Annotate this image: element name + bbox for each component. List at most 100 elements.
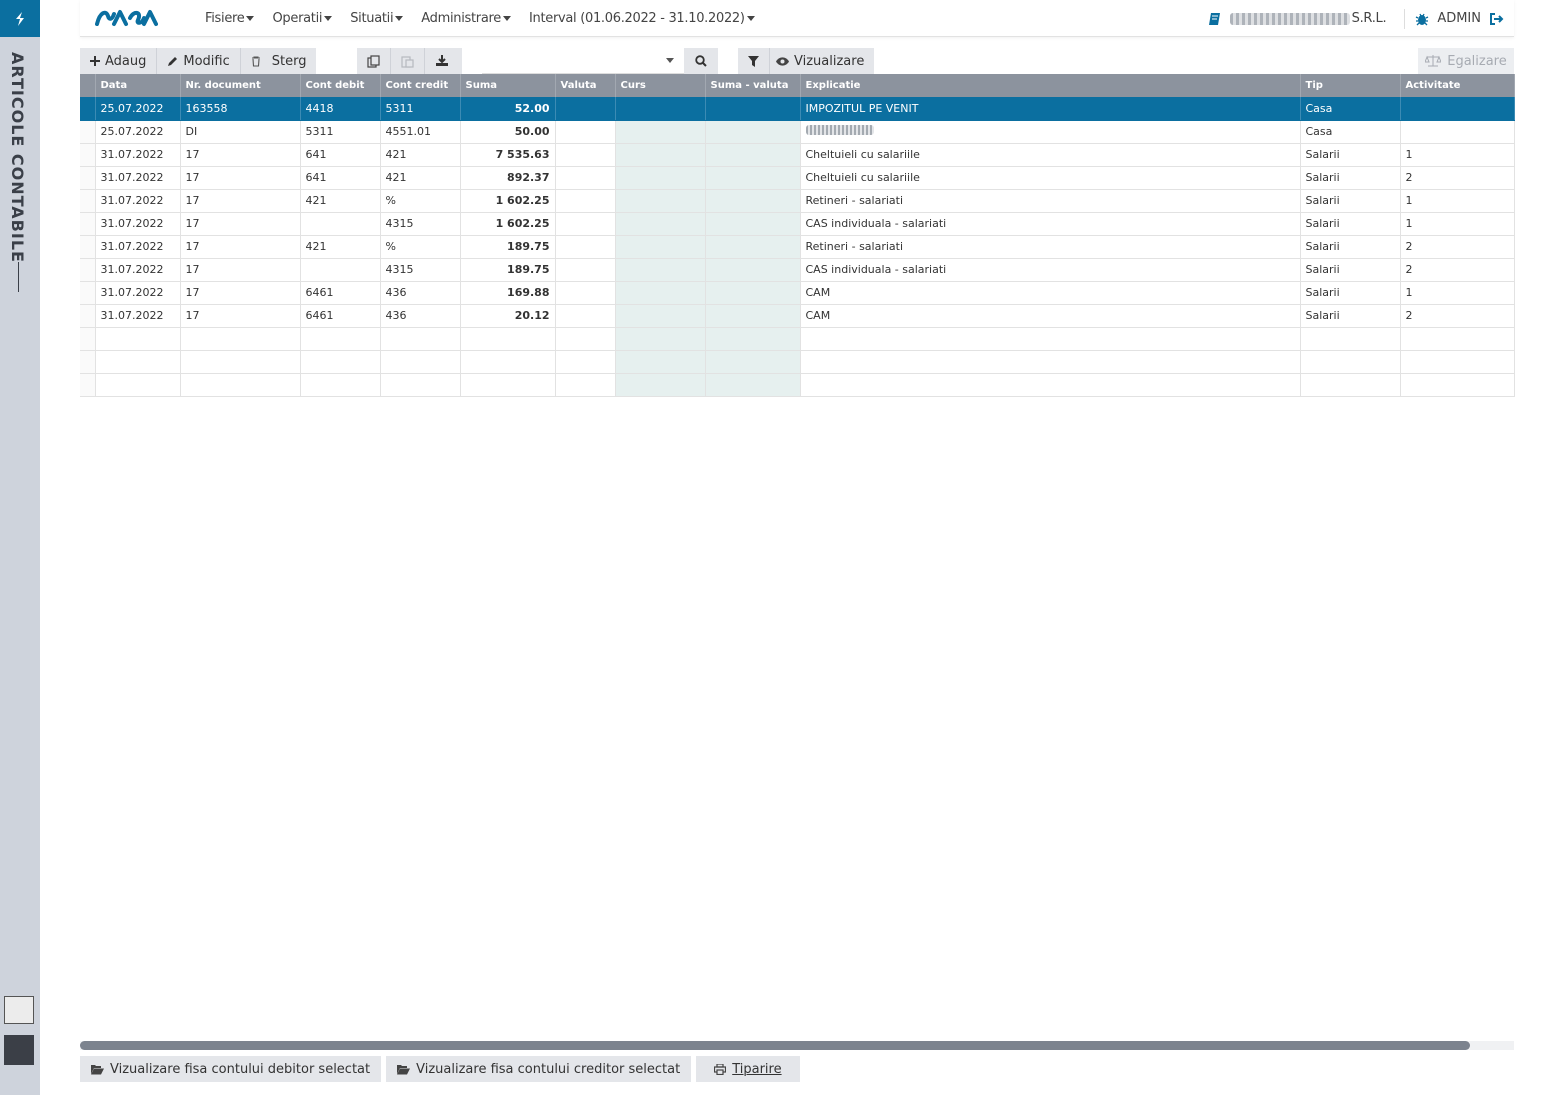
- col-header-doc[interactable]: Nr. document: [180, 74, 301, 97]
- cell-data[interactable]: 31.07.2022: [95, 212, 181, 236]
- filter-select[interactable]: [482, 48, 684, 74]
- cell-curs[interactable]: [615, 189, 706, 213]
- cell-debit[interactable]: [300, 258, 381, 282]
- logout-icon[interactable]: [1489, 12, 1504, 26]
- cell-explicatie[interactable]: Cheltuieli cu salariile: [800, 166, 1301, 190]
- cell-curs[interactable]: [615, 350, 706, 374]
- cell-data[interactable]: 25.07.2022: [95, 120, 181, 144]
- cell-curs[interactable]: [615, 281, 706, 305]
- cell-doc[interactable]: [180, 327, 301, 351]
- cell-data[interactable]: 31.07.2022: [95, 281, 181, 305]
- cell-suma[interactable]: 7 535.63: [460, 143, 556, 167]
- filter-button[interactable]: [738, 48, 769, 74]
- cell-curs[interactable]: [615, 212, 706, 236]
- col-header-suma[interactable]: Suma: [460, 74, 556, 97]
- scrollbar-thumb[interactable]: [80, 1041, 1470, 1050]
- row-gutter[interactable]: [80, 304, 96, 328]
- cell-doc[interactable]: 17: [180, 304, 301, 328]
- cell-doc[interactable]: 17: [180, 166, 301, 190]
- cell-tip[interactable]: [1300, 327, 1401, 351]
- cell-credit[interactable]: 436: [380, 304, 461, 328]
- cell-doc[interactable]: DI: [180, 120, 301, 144]
- cell-explicatie[interactable]: Retineri - salariati: [800, 235, 1301, 259]
- cell-explicatie[interactable]: CAS individuala - salariati: [800, 258, 1301, 282]
- cell-suma[interactable]: 52.00: [460, 97, 556, 121]
- cell-activitate[interactable]: 1: [1400, 143, 1515, 167]
- cell-suma-valuta[interactable]: [705, 166, 801, 190]
- theme-dark-swatch[interactable]: [4, 1035, 34, 1065]
- cell-credit[interactable]: 4315: [380, 212, 461, 236]
- copy-button[interactable]: [357, 48, 390, 74]
- cell-doc[interactable]: 17: [180, 258, 301, 282]
- cell-tip[interactable]: Salarii: [1300, 166, 1401, 190]
- cell-activitate[interactable]: 1: [1400, 189, 1515, 213]
- cell-suma[interactable]: 1 602.25: [460, 189, 556, 213]
- bug-icon[interactable]: [1415, 12, 1429, 26]
- menu-interval[interactable]: Interval (01.06.2022 - 31.10.2022): [529, 11, 755, 26]
- cell-curs[interactable]: [615, 327, 706, 351]
- cell-tip[interactable]: Salarii: [1300, 281, 1401, 305]
- cell-explicatie[interactable]: Cheltuieli cu salariile: [800, 143, 1301, 167]
- col-header-debit[interactable]: Cont debit: [300, 74, 381, 97]
- cell-data[interactable]: 31.07.2022: [95, 258, 181, 282]
- table-row[interactable]: 31.07.2022 17 4315 1 602.25 CAS individuala …: [80, 212, 1515, 236]
- cell-explicatie[interactable]: CAS individuala - salariati: [800, 212, 1301, 236]
- cell-valuta[interactable]: [555, 258, 616, 282]
- cell-explicatie[interactable]: CAM: [800, 304, 1301, 328]
- cell-suma[interactable]: [460, 373, 556, 397]
- cell-tip[interactable]: Salarii: [1300, 235, 1401, 259]
- cell-credit[interactable]: 4315: [380, 258, 461, 282]
- col-header-activitate[interactable]: Activitate: [1400, 74, 1515, 97]
- cell-valuta[interactable]: [555, 235, 616, 259]
- horizontal-scrollbar[interactable]: [80, 1041, 1514, 1050]
- table-row[interactable]: 31.07.2022 17 421% 1 602.25 Retineri - salar…: [80, 189, 1515, 213]
- cell-debit[interactable]: 641: [300, 143, 381, 167]
- module-icon[interactable]: [0, 0, 40, 37]
- empty-row[interactable]: [80, 350, 1515, 374]
- cell-suma[interactable]: [460, 350, 556, 374]
- cell-valuta[interactable]: [555, 281, 616, 305]
- cell-tip[interactable]: Salarii: [1300, 258, 1401, 282]
- cell-tip[interactable]: Casa: [1300, 120, 1401, 144]
- col-header-valuta[interactable]: Valuta: [555, 74, 616, 97]
- row-gutter[interactable]: [80, 258, 96, 282]
- view-credit-account-button[interactable]: Vizualizare fisa contului creditor selec…: [386, 1056, 692, 1082]
- cell-credit[interactable]: [380, 327, 461, 351]
- cell-curs[interactable]: [615, 258, 706, 282]
- cell-valuta[interactable]: [555, 166, 616, 190]
- cell-debit[interactable]: 421: [300, 235, 381, 259]
- row-gutter[interactable]: [80, 327, 96, 351]
- cell-activitate[interactable]: 1: [1400, 281, 1515, 305]
- cell-tip[interactable]: [1300, 350, 1401, 374]
- row-gutter[interactable]: [80, 281, 96, 305]
- cell-debit[interactable]: 5311: [300, 120, 381, 144]
- col-header-curs[interactable]: Curs: [615, 74, 706, 97]
- cell-valuta[interactable]: [555, 304, 616, 328]
- cell-suma-valuta[interactable]: [705, 120, 801, 144]
- row-gutter[interactable]: [80, 189, 96, 213]
- equalize-button[interactable]: Egalizare: [1418, 48, 1514, 74]
- row-gutter[interactable]: [80, 212, 96, 236]
- cell-suma[interactable]: 50.00: [460, 120, 556, 144]
- cell-suma[interactable]: [460, 327, 556, 351]
- menu-administrare[interactable]: Administrare: [421, 11, 511, 26]
- cell-curs[interactable]: [615, 120, 706, 144]
- download-button[interactable]: [424, 48, 459, 74]
- cell-credit[interactable]: %: [380, 189, 461, 213]
- cell-credit[interactable]: 5311: [380, 97, 461, 121]
- cell-credit[interactable]: [380, 373, 461, 397]
- cell-explicatie[interactable]: [800, 373, 1301, 397]
- cell-activitate[interactable]: 2: [1400, 235, 1515, 259]
- cell-curs[interactable]: [615, 97, 706, 121]
- cell-valuta[interactable]: [555, 189, 616, 213]
- row-gutter[interactable]: [80, 97, 96, 121]
- cell-explicatie[interactable]: CAM: [800, 281, 1301, 305]
- col-header-explicatie[interactable]: Explicatie: [800, 74, 1301, 97]
- delete-button[interactable]: Sterg: [239, 48, 317, 74]
- cell-suma-valuta[interactable]: [705, 373, 801, 397]
- cell-suma[interactable]: 189.75: [460, 258, 556, 282]
- cell-explicatie[interactable]: IMPOZITUL PE VENIT: [800, 97, 1301, 121]
- col-header-credit[interactable]: Cont credit: [380, 74, 461, 97]
- cell-suma-valuta[interactable]: [705, 189, 801, 213]
- user-name[interactable]: ADMIN: [1437, 11, 1481, 26]
